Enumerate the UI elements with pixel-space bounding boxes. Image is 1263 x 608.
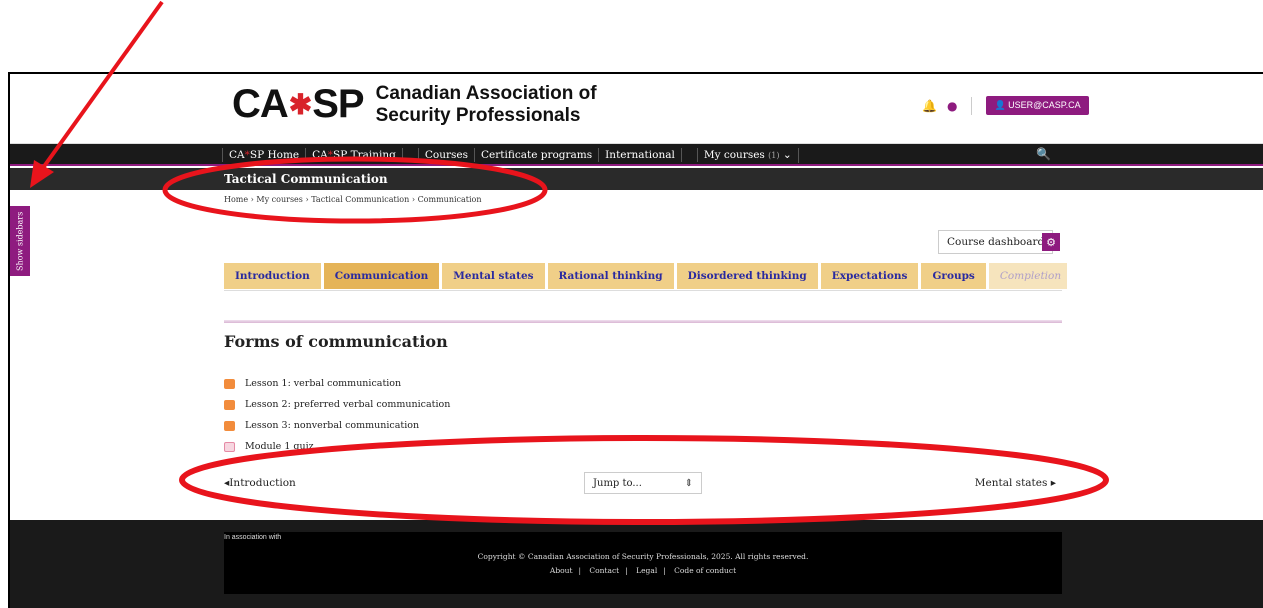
site-logo[interactable]: CA ✱ SP Canadian Association of Security P… [232,82,597,127]
bell-icon[interactable]: 🔔 [922,99,937,113]
nav-certificates[interactable]: Certificate programs [475,148,600,162]
org-name: Canadian Association of Security Profess… [375,82,597,126]
browser-frame: CA ✱ SP Canadian Association of Security P… [8,72,1263,608]
header-actions: 🔔 ● 👤 USER@CASP.CA [922,96,1089,115]
footer-assoc: In association with [224,534,282,541]
lesson-icon [224,399,235,410]
list-item[interactable]: Module 1 quiz [224,436,450,457]
footer-link-contact[interactable]: Contact [589,566,619,575]
breadcrumb-my-courses[interactable]: My courses [256,195,302,204]
tab-communication[interactable]: Communication [323,263,440,289]
logo-mark: CA ✱ SP [232,82,365,126]
user-icon: 👤 [994,100,1009,110]
course-dashboard-button[interactable]: Course dashboard [938,230,1054,254]
divider [403,148,419,162]
divider [971,96,973,115]
nav-my-courses[interactable]: My courses (1) ⌄ [698,147,799,163]
list-item[interactable]: Lesson 2: preferred verbal communication [224,394,450,415]
tab-groups[interactable]: Groups [921,263,986,289]
jump-to-select[interactable]: Jump to... ⇕ [584,472,702,494]
nav-training[interactable]: CA*SP Training [306,148,403,162]
caret-right-icon: ▸ [1050,477,1056,489]
breadcrumb-home[interactable]: Home [224,195,248,204]
divider [682,148,698,162]
breadcrumb: Home › My courses › Tactical Communicati… [224,195,482,204]
nav-courses[interactable]: Courses [419,148,475,162]
footer-links: About | Contact | Legal | Code of conduct [549,566,737,575]
breadcrumb-course[interactable]: Tactical Communication [311,195,409,204]
list-item[interactable]: Lesson 3: nonverbal communication [224,415,450,436]
lesson-icon [224,420,235,431]
user-menu-button[interactable]: 👤 USER@CASP.CA [986,96,1089,115]
list-item[interactable]: Lesson 1: verbal communication [224,373,450,394]
breadcrumb-current[interactable]: Communication [418,195,482,204]
section-title: Forms of communication [224,332,448,351]
tab-disordered-thinking[interactable]: Disordered thinking [676,263,818,289]
quiz-icon [224,441,235,452]
divider [224,320,1062,323]
tab-mental-states[interactable]: Mental states [442,263,545,289]
activity-list: Lesson 1: verbal communication Lesson 2:… [224,373,450,457]
chat-icon[interactable]: ● [947,99,957,113]
site-header: CA ✱ SP Canadian Association of Security P… [10,74,1263,144]
updown-icon: ⇕ [684,477,693,489]
maple-leaf-icon: ✱ [288,89,312,120]
divider [224,290,1062,291]
site-footer: In association with Copyright © Canadian… [10,520,1263,608]
lesson-icon [224,378,235,389]
main-nav: CA*SP Home CA*SP Training Courses Certif… [10,144,1263,166]
section-pager: ◂Introduction Jump to... ⇕ Mental states … [224,472,1062,496]
chevron-down-icon: ⌄ [782,148,792,161]
footer-panel: In association with Copyright © Canadian… [224,532,1062,594]
next-section-link[interactable]: Mental states ▸ [975,477,1056,489]
nav-home[interactable]: CA*SP Home [222,148,307,162]
tab-introduction[interactable]: Introduction [224,263,321,289]
course-header: Tactical Communication [10,168,1263,190]
tab-rational-thinking[interactable]: Rational thinking [547,263,674,289]
tab-expectations[interactable]: Expectations [820,263,919,289]
search-icon[interactable]: 🔍 [1036,147,1051,161]
section-tabs: Introduction Communication Mental states… [224,263,1067,289]
show-sidebars-button[interactable]: Show sidebars [10,206,30,276]
footer-link-conduct[interactable]: Code of conduct [674,566,736,575]
tab-completion: Completion [988,263,1067,289]
prev-section-link[interactable]: ◂Introduction [224,477,296,489]
footer-link-legal[interactable]: Legal [636,566,657,575]
nav-international[interactable]: International [599,148,682,162]
course-title: Tactical Communication [224,172,388,186]
copyright: Copyright © Canadian Association of Secu… [477,552,809,561]
footer-link-about[interactable]: About [550,566,573,575]
gear-icon[interactable]: ⚙ [1042,233,1060,251]
